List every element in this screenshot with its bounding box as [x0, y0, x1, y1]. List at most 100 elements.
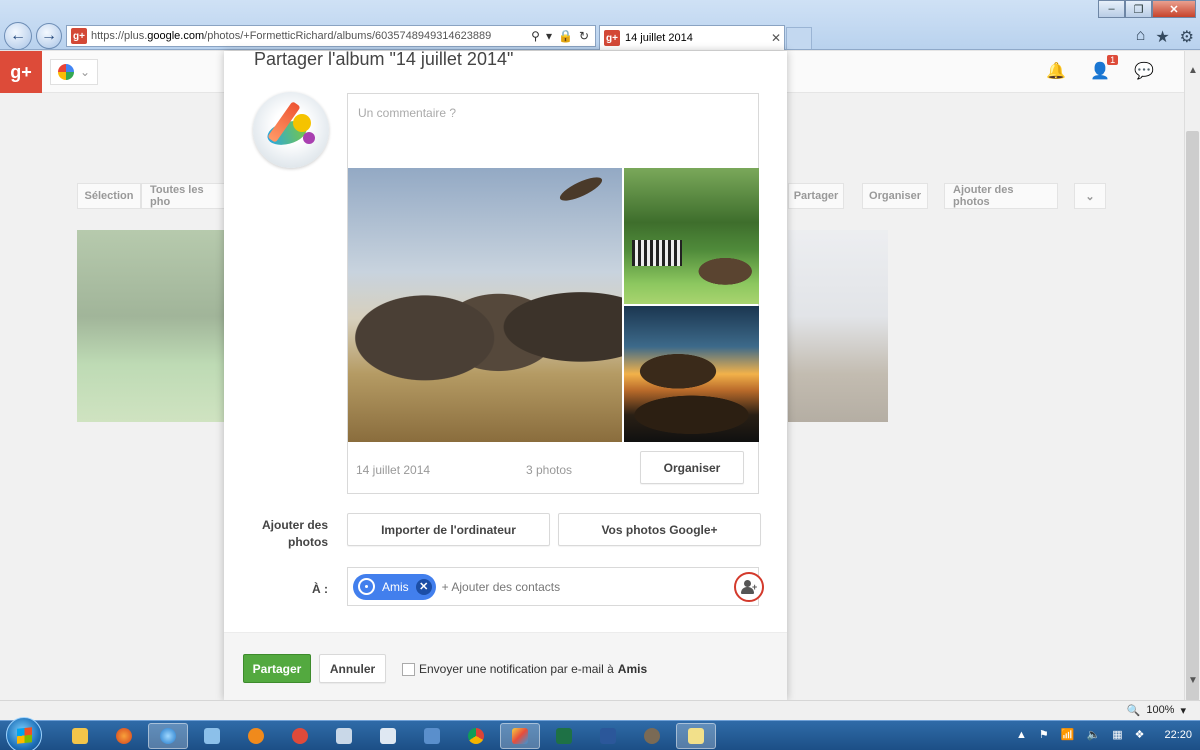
selection-button[interactable]: Sélection [77, 183, 141, 209]
taskbar-paint[interactable] [500, 723, 540, 749]
organize-button[interactable]: Organiser [640, 451, 744, 484]
favorites-star-icon[interactable]: ★ [1155, 27, 1169, 47]
media-player-icon [248, 728, 264, 744]
taskbar-app[interactable] [324, 723, 364, 749]
clock[interactable]: 22:20 [1164, 729, 1192, 741]
address-bar[interactable]: g+ https://plus.google.com/photos/+Forme… [66, 25, 596, 47]
photos-app-switcher[interactable]: ⌄ [50, 59, 98, 85]
album-photo-zebras[interactable] [624, 168, 759, 304]
more-chevron-button[interactable]: ⌄ [1074, 183, 1106, 209]
gimp-icon [644, 728, 660, 744]
system-tray: ▲ ⚑ 📶 🔈 ▦ ❖ 22:20 [1016, 728, 1192, 742]
minimize-button[interactable]: – [1098, 0, 1125, 18]
all-photos-button[interactable]: Toutes les pho [141, 183, 225, 209]
add-photos-label: Ajouter des photos [261, 518, 328, 549]
taskbar-ie[interactable] [148, 723, 188, 749]
app-icon [688, 728, 704, 744]
device-icon[interactable]: ▦ [1112, 728, 1122, 741]
taskbar-word[interactable] [588, 723, 628, 749]
bell-icon[interactable]: 🔔 [1046, 61, 1066, 81]
ie-icon [160, 728, 176, 744]
url-text[interactable]: https://plus.google.com/photos/+Formetti… [91, 30, 525, 42]
tab-album[interactable]: g+ 14 juillet 2014 ✕ [599, 25, 785, 50]
add-contacts-input[interactable] [435, 568, 744, 605]
scroll-up-icon[interactable]: ▲ [1185, 65, 1200, 76]
notepad-icon [380, 728, 396, 744]
page-scrollbar[interactable]: ▲ ▼ [1184, 51, 1200, 701]
circles-icon [358, 578, 375, 595]
search-icon[interactable]: ⚲ [531, 29, 540, 43]
network-icon[interactable]: 📶 [1061, 728, 1075, 741]
maximize-button[interactable]: ❐ [1125, 0, 1152, 18]
new-tab-button[interactable] [786, 27, 812, 49]
album-post-preview: 14 juillet 2014 3 photos Organiser [347, 93, 759, 494]
chip-label: Amis [382, 579, 409, 594]
album-date: 14 juillet 2014 [356, 463, 431, 477]
close-window-button[interactable]: ✕ [1152, 0, 1196, 18]
taskbar-firefox[interactable] [104, 723, 144, 749]
lock-icon[interactable]: 🔒 [558, 29, 573, 43]
cancel-button[interactable]: Annuler [319, 654, 386, 683]
word-icon [600, 728, 616, 744]
taskbar-app[interactable] [368, 723, 408, 749]
firefox-icon [116, 728, 132, 744]
album-photo-elephants[interactable] [348, 168, 622, 442]
remove-chip-icon[interactable]: ✕ [415, 578, 432, 595]
dialog-title: Partager l'album "14 juillet 2014" [254, 49, 514, 69]
organize-button-bg[interactable]: Organiser [862, 183, 928, 209]
chrome-icon [468, 728, 484, 744]
notify-text: Envoyer une notification par e-mail à [419, 662, 614, 676]
chevron-down-icon[interactable]: ▾ [1180, 704, 1186, 717]
album-photo-count: 3 photos [526, 463, 573, 477]
share-notification-icon[interactable]: 👤 1 [1090, 55, 1119, 81]
flag-icon[interactable]: ⚑ [1039, 728, 1049, 741]
forward-button[interactable]: → [36, 23, 62, 49]
start-button[interactable] [6, 717, 42, 750]
taskbar-media[interactable] [236, 723, 276, 749]
taskbar-gimp[interactable] [632, 723, 672, 749]
zoom-control[interactable]: 🔍 100% ▾ [1127, 704, 1186, 717]
gplus-photos-button[interactable]: Vos photos Google+ [558, 513, 761, 546]
add-person-button[interactable]: + [734, 572, 764, 602]
refresh-icon[interactable]: ↻ [579, 29, 589, 43]
dropbox-icon[interactable]: ❖ [1135, 728, 1145, 741]
import-from-computer-button[interactable]: Importer de l'ordinateur [347, 513, 550, 546]
hangouts-icon[interactable]: 💬 [1134, 61, 1154, 81]
volume-icon[interactable]: 🔈 [1086, 728, 1100, 741]
comment-input[interactable] [348, 94, 758, 166]
app-icon [336, 728, 352, 744]
gplus-favicon-icon: g+ [604, 30, 620, 46]
recipients-field[interactable]: Amis ✕ ▼ [347, 567, 759, 606]
add-photos-button-bg[interactable]: Ajouter des photos [944, 183, 1058, 209]
back-button[interactable]: ← [4, 22, 32, 50]
app-icon [292, 728, 308, 744]
photo-thumbnail[interactable] [788, 230, 888, 422]
share-button[interactable]: Partager [243, 654, 311, 683]
notify-checkbox[interactable] [402, 662, 415, 676]
taskbar-app[interactable] [676, 723, 716, 749]
transfer-icon [424, 728, 440, 744]
scroll-down-icon[interactable]: ▼ [1185, 675, 1200, 686]
gplus-logo[interactable]: g+ [0, 51, 42, 93]
taskbar-excel[interactable] [544, 723, 584, 749]
share-button-bg[interactable]: Partager [788, 183, 844, 209]
paint-icon [512, 728, 528, 744]
dropdown-icon[interactable]: ▾ [546, 29, 552, 43]
tab-title: 14 juillet 2014 [625, 32, 693, 44]
notify-target: Amis [617, 662, 648, 676]
album-photo-sunset[interactable] [624, 306, 759, 442]
gear-icon[interactable]: ⚙ [1180, 27, 1194, 47]
email-notification-option[interactable]: Envoyer une notification par e-mail à Am… [402, 662, 647, 676]
close-tab-icon[interactable]: ✕ [768, 31, 784, 45]
taskbar-chrome[interactable] [456, 723, 496, 749]
scrollbar-thumb[interactable] [1186, 131, 1199, 701]
taskbar-app[interactable] [192, 723, 232, 749]
show-hidden-icons-icon[interactable]: ▲ [1016, 729, 1027, 741]
taskbar-explorer[interactable] [60, 723, 100, 749]
taskbar-app[interactable] [412, 723, 452, 749]
dialog-footer: Partager Annuler Envoyer une notificatio… [224, 632, 787, 700]
home-icon[interactable]: ⌂ [1136, 27, 1146, 47]
photo-thumbnail[interactable] [77, 230, 225, 422]
taskbar-app[interactable] [280, 723, 320, 749]
recipient-chip-friends[interactable]: Amis ✕ [353, 573, 436, 600]
